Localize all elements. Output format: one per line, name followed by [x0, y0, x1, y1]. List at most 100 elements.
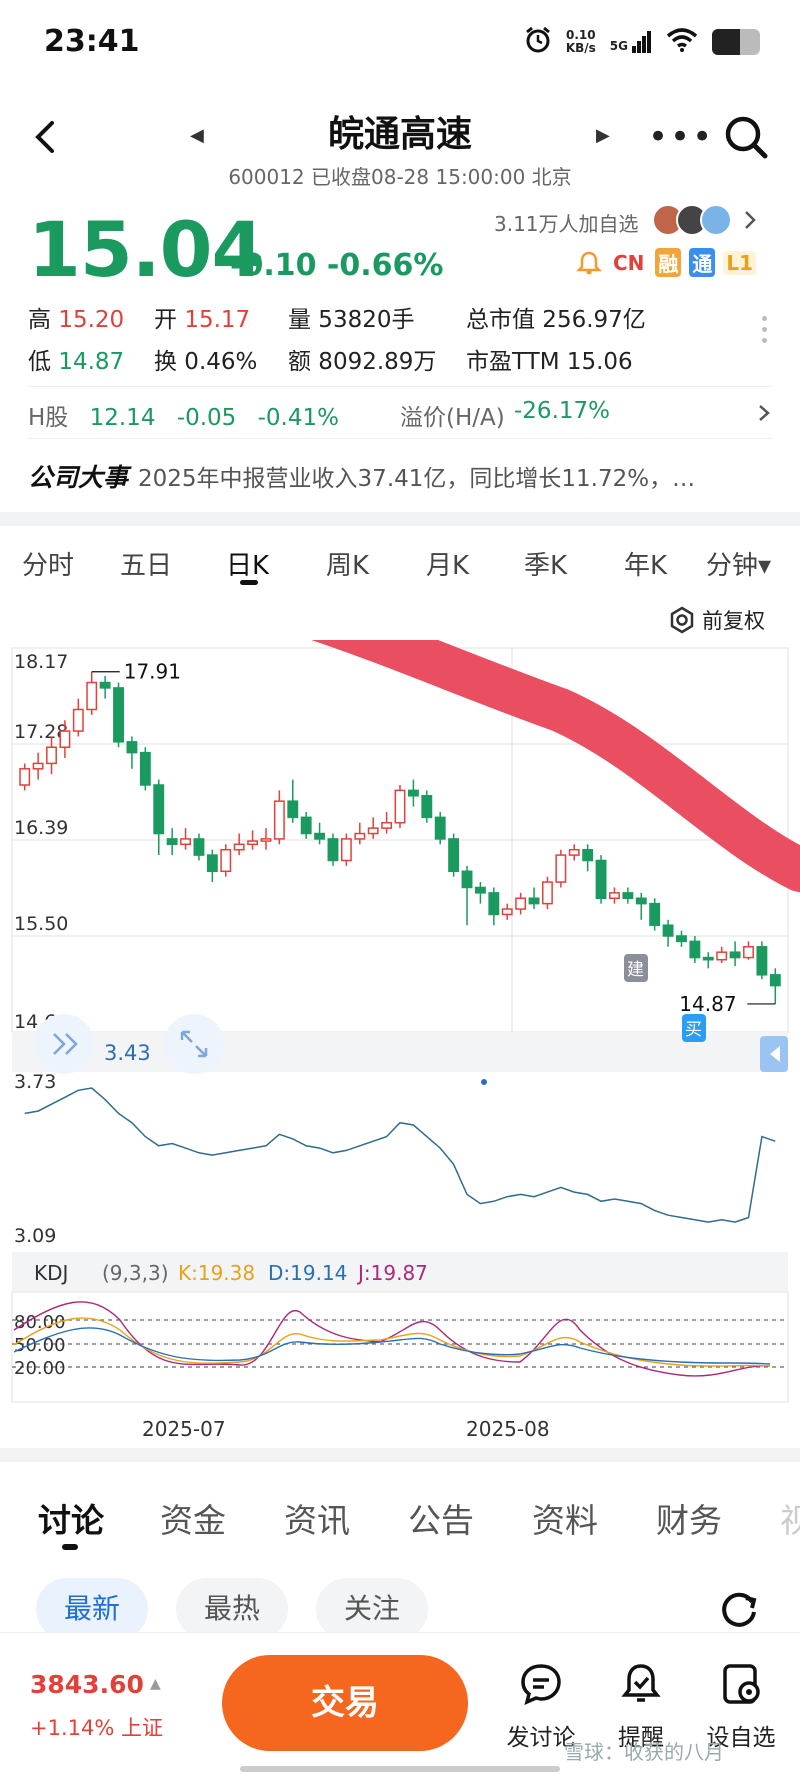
- tab-news[interactable]: 资讯: [284, 1494, 350, 1542]
- svg-text:建: 建: [627, 960, 644, 980]
- candle: [769, 974, 781, 987]
- buy-marker[interactable]: 买: [682, 1014, 706, 1042]
- kdj-frame: [11, 1291, 789, 1403]
- trade-button[interactable]: 交易: [222, 1655, 468, 1751]
- index-value[interactable]: 3843.60: [30, 1670, 144, 1699]
- premium-value: -26.17%: [514, 398, 610, 424]
- divider: [28, 386, 772, 387]
- scroll-forward-button[interactable]: [34, 1014, 94, 1074]
- candle: [434, 816, 446, 840]
- candle: [407, 789, 419, 797]
- candle: [180, 838, 191, 846]
- price-grid: [11, 647, 789, 1033]
- candle: [381, 821, 393, 829]
- build-marker[interactable]: 建: [624, 954, 648, 982]
- candle: [716, 951, 728, 961]
- home-indicator[interactable]: [240, 1766, 560, 1772]
- quote-stats: 高 15.20 开 15.17 量 53820手 总市值 256.97亿 低 1…: [28, 300, 748, 384]
- alarm-bell-icon: [621, 1664, 661, 1702]
- kdj-label: KDJ: [34, 1261, 68, 1285]
- kdj-levels: [12, 1319, 788, 1368]
- expand-stats-handle[interactable]: [762, 316, 768, 349]
- kdj-d: D:19.14: [268, 1261, 347, 1285]
- tab-more[interactable]: 视: [780, 1494, 800, 1542]
- premium-label: 溢价(H/A): [400, 405, 505, 431]
- candle: [354, 832, 366, 840]
- fullscreen-button[interactable]: [164, 1014, 224, 1074]
- h-share-label: H股: [28, 405, 69, 431]
- tab-financials[interactable]: 财务: [656, 1494, 722, 1542]
- ps-min: 3.09: [14, 1225, 56, 1247]
- candle: [126, 741, 138, 754]
- filter-hot[interactable]: 最热: [176, 1578, 289, 1640]
- candle: [515, 897, 527, 910]
- back-button[interactable]: [26, 117, 66, 157]
- red-annotation-stroke: [311, 640, 800, 892]
- tag-margin[interactable]: 融: [655, 248, 682, 277]
- signal-icon: 5G: [610, 31, 652, 53]
- candle: [729, 951, 741, 959]
- h-share-row[interactable]: H股 12.14 -0.05 -0.41% 溢价(H/A) -26.17%: [28, 398, 772, 432]
- candle: [689, 940, 701, 959]
- battery-icon: [712, 29, 760, 55]
- refresh-button[interactable]: [716, 1586, 762, 1632]
- ps-max: 3.73: [14, 1071, 56, 1093]
- tab-weekly-k[interactable]: 周K: [326, 545, 369, 582]
- chevron-right-icon: [759, 405, 770, 421]
- candle: [273, 800, 285, 840]
- tab-five-day[interactable]: 五日: [120, 545, 172, 582]
- candle: [327, 838, 339, 862]
- section-separator: [0, 1448, 800, 1462]
- more-button[interactable]: •••: [648, 117, 714, 157]
- tab-discussion[interactable]: 讨论: [38, 1494, 104, 1542]
- tag-connect[interactable]: 通: [689, 248, 716, 277]
- kdj-params: (9,3,3): [102, 1261, 169, 1285]
- tab-announcements[interactable]: 公告: [408, 1494, 474, 1542]
- title-block: 皖通高速 600012 已收盘08-28 15:00:00 北京: [160, 105, 640, 190]
- scroll-dot: [481, 1079, 487, 1085]
- candle: [394, 789, 406, 824]
- kline-chart[interactable]: 18.1717.2816.3915.5014.61 17.9114.87 PS …: [0, 640, 800, 1460]
- followers-count[interactable]: 3.11万人加自选: [494, 208, 639, 237]
- candle: [220, 848, 232, 873]
- tag-cn[interactable]: CN: [610, 251, 647, 275]
- tab-yearly-k[interactable]: 年K: [624, 545, 667, 582]
- tab-minute[interactable]: 分钟▾: [706, 545, 771, 582]
- candle: [488, 892, 500, 916]
- follower-avatars[interactable]: [652, 204, 762, 236]
- tab-intraday[interactable]: 分时: [22, 545, 74, 582]
- tab-capital[interactable]: 资金: [160, 1494, 226, 1542]
- tab-daily-k[interactable]: 日K: [226, 545, 269, 582]
- index-change[interactable]: +1.14% 上证: [30, 1712, 163, 1742]
- company-events[interactable]: 公司大事 2025年中报营业收入37.41亿，同比增长11.72%，…: [28, 458, 772, 494]
- up-arrow-icon: ▲: [150, 1676, 161, 1692]
- bell-icon[interactable]: [576, 250, 602, 276]
- candle: [193, 838, 205, 856]
- adjust-toggle[interactable]: 前复权: [668, 605, 765, 635]
- kdj-j: J:19.87: [356, 1261, 428, 1285]
- tab-monthly-k[interactable]: 月K: [426, 545, 469, 582]
- candle: [676, 935, 687, 943]
- tab-quarterly-k[interactable]: 季K: [524, 545, 567, 582]
- next-stock-button[interactable]: ▶: [596, 125, 610, 146]
- candle: [501, 908, 513, 916]
- price-tick-label: 18.17: [14, 651, 68, 673]
- search-button[interactable]: [722, 113, 770, 161]
- filter-following[interactable]: 关注: [316, 1578, 429, 1640]
- stat-pe: 市盈TTM 15.06: [466, 349, 633, 375]
- candle: [260, 838, 272, 842]
- candle: [287, 800, 299, 819]
- filter-pills: 最新 最热 关注: [36, 1578, 429, 1640]
- refresh-icon: [722, 1592, 757, 1627]
- stock-header: ◀ 皖通高速 600012 已收盘08-28 15:00:00 北京 ▶ •••: [0, 95, 800, 189]
- x-tick-july: 2025-07: [142, 1417, 226, 1441]
- h-share-change: -0.05: [176, 405, 237, 431]
- svg-text:买: 买: [685, 1020, 702, 1040]
- filter-latest[interactable]: 最新: [36, 1578, 149, 1640]
- tag-l1[interactable]: L1: [723, 250, 757, 275]
- tab-profile[interactable]: 资料: [532, 1494, 598, 1542]
- chat-icon: [521, 1664, 561, 1706]
- kdj-level-20: 20.00: [14, 1358, 66, 1379]
- candle: [541, 881, 553, 905]
- events-label: 公司大事: [28, 463, 129, 492]
